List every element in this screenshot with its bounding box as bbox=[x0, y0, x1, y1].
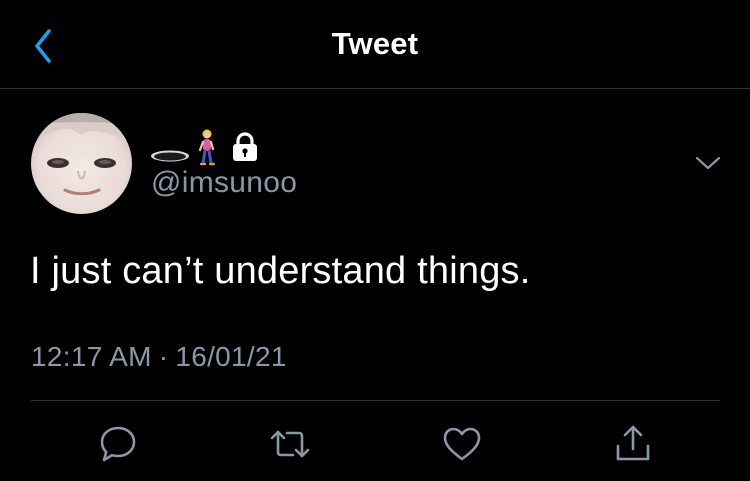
retweet-icon bbox=[270, 430, 310, 458]
heart-icon bbox=[443, 427, 481, 461]
tweet-text: I just can’t understand things. bbox=[30, 250, 531, 292]
reply-button[interactable] bbox=[96, 422, 140, 466]
chevron-down-icon bbox=[695, 156, 721, 170]
hole-emoji bbox=[151, 150, 189, 162]
share-icon bbox=[616, 425, 650, 461]
woman-walking-emoji bbox=[198, 129, 216, 166]
nav-bar: Tweet bbox=[0, 0, 750, 88]
share-button[interactable] bbox=[611, 422, 655, 466]
tweet-timestamp: 12:17 AM · 16/01/21 bbox=[31, 341, 287, 373]
reply-icon bbox=[100, 426, 136, 462]
display-name[interactable] bbox=[150, 124, 258, 166]
tweet-time: 12:17 AM bbox=[31, 341, 152, 372]
meta-separator: · bbox=[158, 341, 169, 372]
retweet-button[interactable] bbox=[268, 422, 312, 466]
actions-divider bbox=[31, 400, 720, 401]
nav-divider bbox=[0, 88, 750, 89]
like-button[interactable] bbox=[440, 422, 484, 466]
avatar-photo bbox=[31, 113, 132, 214]
page-title: Tweet bbox=[331, 26, 419, 61]
tweet-date: 16/01/21 bbox=[175, 341, 287, 372]
tweet-menu-button[interactable] bbox=[690, 150, 726, 176]
lock-icon bbox=[233, 132, 257, 161]
avatar[interactable] bbox=[31, 113, 132, 214]
user-handle[interactable]: @imsunoo bbox=[151, 166, 297, 200]
